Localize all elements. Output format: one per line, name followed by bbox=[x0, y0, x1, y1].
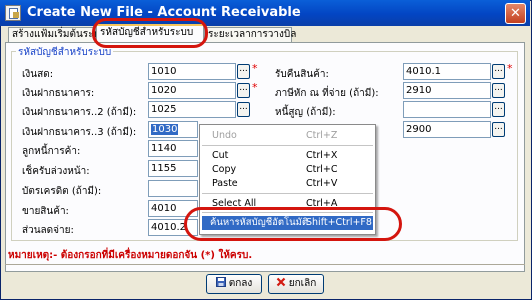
bank-2-input[interactable]: 1025 bbox=[148, 101, 236, 118]
receivable-input[interactable]: 1140 bbox=[148, 140, 198, 157]
withholding-tax-input[interactable]: 2910 bbox=[403, 82, 491, 99]
withholding-tax-lookup-button[interactable]: ... bbox=[492, 83, 505, 98]
cancel-button[interactable]: ยกเลิก bbox=[268, 274, 324, 294]
menu-item-copy[interactable]: Copy Ctrl+C bbox=[200, 163, 375, 177]
menu-item-paste[interactable]: Paste Ctrl+V bbox=[200, 177, 375, 191]
cash-lookup-button[interactable]: ... bbox=[237, 64, 250, 79]
required-mark: * bbox=[252, 81, 258, 94]
sales-return-input[interactable]: 4010.1 bbox=[403, 63, 491, 80]
selected-text: 1030 bbox=[151, 124, 179, 135]
tab-initial-setup[interactable]: สร้างแฟ้มเริ่มต้นระบบ bbox=[8, 27, 106, 43]
label-cash: เงินสด: bbox=[22, 69, 54, 80]
divider bbox=[5, 264, 525, 265]
required-mark: * bbox=[252, 62, 258, 75]
bank-input[interactable]: 1020 bbox=[148, 82, 236, 99]
label-withholding-tax: ภาษีหัก ณ ที่จ่าย (ถ้ามี): bbox=[275, 88, 379, 99]
label-bad-debt: หนี้สูญ (ถ้ามี): bbox=[275, 107, 336, 118]
app-icon bbox=[5, 5, 21, 21]
bad-debt-lookup-button[interactable]: ... bbox=[492, 102, 505, 117]
tab-billing-period[interactable]: ระยะเวลาการวางบิล bbox=[204, 27, 296, 43]
cancel-x-icon bbox=[276, 276, 286, 287]
menu-separator bbox=[202, 145, 373, 146]
annotation-ring-tab bbox=[92, 18, 208, 48]
sales-return-lookup-button[interactable]: ... bbox=[492, 64, 505, 79]
ok-button[interactable]: ตกลง bbox=[206, 274, 262, 294]
label-discount: ส่วนลดจ่าย: bbox=[22, 225, 74, 236]
postdated-cheque-input[interactable]: 1155 bbox=[148, 160, 198, 177]
save-icon bbox=[215, 276, 226, 287]
menu-item-undo[interactable]: Undo Ctrl+Z bbox=[200, 129, 375, 143]
label-credit-card: บัตรเครดิต (ถ้ามี): bbox=[22, 186, 102, 197]
menu-item-cut[interactable]: Cut Ctrl+X bbox=[200, 149, 375, 163]
credit-card-input[interactable] bbox=[148, 180, 198, 197]
bank-lookup-button[interactable]: ... bbox=[237, 83, 250, 98]
label-receivable: ลูกหนี้การค้า: bbox=[22, 146, 81, 157]
label-sales-return: รับคืนสินค้า: bbox=[275, 69, 329, 80]
group-title: รหัสบัญชีสำหรับระบบ bbox=[16, 45, 114, 60]
other-account-input[interactable]: 2900 bbox=[403, 121, 491, 138]
label-bank-3: เงินฝากธนาคาร..3 (ถ้ามี): bbox=[22, 127, 137, 138]
bank-3-input[interactable]: 1030 bbox=[148, 121, 198, 138]
menu-separator bbox=[202, 193, 373, 194]
cash-input[interactable]: 1010 bbox=[148, 63, 236, 80]
title-bar[interactable]: Create New File - Account Receivable ✕ bbox=[0, 0, 530, 26]
annotation-ring-menu-item bbox=[184, 207, 402, 241]
label-postdated-cheque: เช็ครับล่วงหน้า: bbox=[22, 166, 90, 177]
required-mark: * bbox=[507, 62, 513, 75]
bank-2-lookup-button[interactable]: ... bbox=[237, 102, 250, 117]
close-button[interactable]: ✕ bbox=[505, 3, 526, 24]
label-sales: ขายสินค้า: bbox=[22, 206, 69, 217]
other-account-lookup-button[interactable]: ... bbox=[492, 122, 505, 137]
label-bank: เงินฝากธนาคาร: bbox=[22, 88, 95, 99]
required-note: หมายเหตุ:- ต้องกรอกที่มีเครื่องหมายดอกจั… bbox=[8, 250, 253, 261]
bad-debt-input[interactable] bbox=[403, 101, 491, 118]
label-bank-2: เงินฝากธนาคาร..2 (ถ้ามี): bbox=[22, 107, 137, 118]
